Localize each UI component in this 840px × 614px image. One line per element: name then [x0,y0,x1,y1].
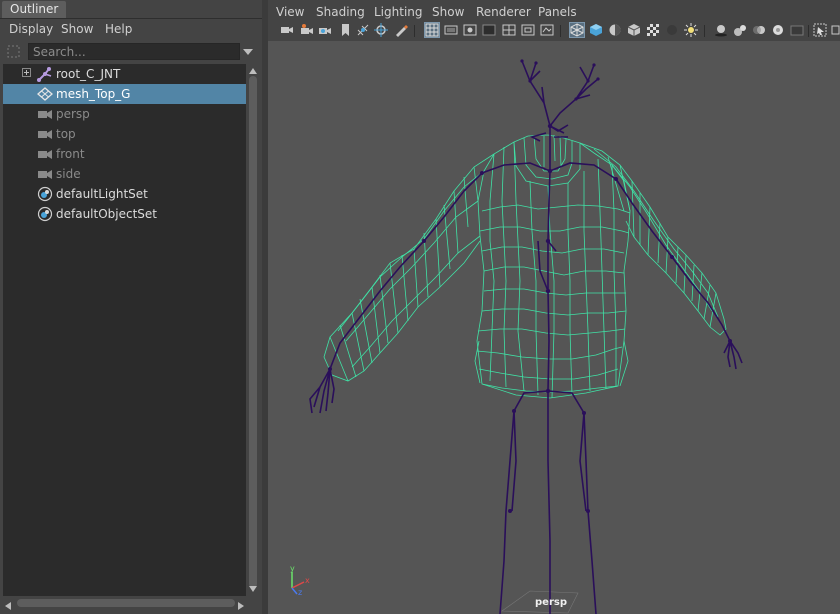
textured-icon[interactable] [627,23,641,37]
resolution-gate-icon[interactable] [463,23,477,37]
toolbar-overflow-icon[interactable] [831,23,840,37]
menu-panels[interactable]: Panels [538,2,577,22]
grid-snap-icon[interactable] [356,23,370,37]
bookmark-icon[interactable] [338,23,352,37]
jacket-mesh [323,134,727,399]
search-row [0,42,262,64]
expand-toggle[interactable] [22,68,31,77]
joint-nodes [328,59,732,513]
scrollbar-thumb[interactable] [249,76,257,588]
outliner-panel: Outliner Display Show Help root_C_JNT [0,0,262,614]
bookmark-camera-icon[interactable] [318,23,332,37]
scroll-down-icon[interactable] [249,582,257,592]
tree-item-default-light-set[interactable]: defaultLightSet [3,184,246,204]
camera-icon [36,106,54,122]
safe-action-icon[interactable] [521,23,535,37]
outliner-tab[interactable]: Outliner [2,1,67,18]
joint-icon [36,66,54,82]
svg-text:y: y [290,564,295,573]
ambient-occlusion-icon[interactable] [733,23,747,37]
tree-item-label: side [56,167,81,181]
depth-of-field-icon[interactable] [790,23,804,37]
select-camera-icon[interactable] [280,23,294,37]
scrollbar-thumb[interactable] [17,599,235,607]
scene-wireframe [309,59,743,614]
filter-icon[interactable] [7,45,20,58]
film-gate-icon[interactable] [444,23,458,37]
grease-pencil-icon[interactable] [394,23,408,37]
tree-item-label: front [56,147,85,161]
xray-icon[interactable] [665,23,679,37]
tree-item-label: persp [56,107,90,121]
axis-gizmo-icon: y x z [286,564,316,596]
field-chart-icon[interactable] [502,23,516,37]
menu-show[interactable]: Show [432,2,464,22]
viewport-panel: View Shading Lighting Show Renderer Pane… [268,0,840,614]
set-icon [36,206,54,222]
outliner-horizontal-scrollbar[interactable] [3,597,247,610]
search-options-dropdown-icon[interactable] [241,46,255,58]
tree-item-default-object-set[interactable]: defaultObjectSet [3,204,246,224]
wireframe-icon[interactable] [569,22,585,38]
search-input[interactable] [28,43,240,60]
menu-help[interactable]: Help [105,19,132,39]
scroll-right-icon[interactable] [237,599,245,610]
viewport-menu-bar: View Shading Lighting Show Renderer Pane… [268,2,840,22]
camera-icon [36,146,54,162]
isolate-select-icon[interactable] [813,23,827,37]
svg-text:z: z [298,588,302,596]
tree-item-label: defaultObjectSet [56,207,158,221]
wireframe-on-shaded-icon[interactable] [608,23,622,37]
menu-view[interactable]: View [276,2,304,22]
tree-item-top[interactable]: top [3,124,246,144]
gate-mask-icon[interactable] [482,23,496,37]
3d-viewport[interactable]: y x z persp [268,41,840,614]
tree-item-label: defaultLightSet [56,187,148,201]
tree-item-label: mesh_Top_G [56,87,131,101]
group-icon [36,86,54,102]
skeleton-joints [309,60,743,614]
grid-icon[interactable] [424,22,440,38]
checker-icon[interactable] [646,23,660,37]
tree-item-side[interactable]: side [3,164,246,184]
tree-item-label: root_C_JNT [56,67,121,81]
camera-attributes-icon[interactable] [300,23,314,37]
pan-zoom-icon[interactable] [374,23,388,37]
outliner-vertical-scrollbar[interactable] [247,64,259,596]
use-all-lights-icon[interactable] [684,23,698,37]
menu-show[interactable]: Show [61,19,93,39]
tree-item-root-c-jnt[interactable]: root_C_JNT [3,64,246,84]
outliner-tree: root_C_JNT mesh_Top_G persp top front si… [3,64,246,596]
motion-blur-icon[interactable] [752,23,766,37]
shadows-icon[interactable] [714,23,728,37]
anti-aliasing-icon[interactable] [771,23,785,37]
menu-renderer[interactable]: Renderer [476,2,531,22]
tree-item-persp[interactable]: persp [3,104,246,124]
svg-text:x: x [305,576,310,585]
scroll-left-icon[interactable] [4,599,12,610]
outliner-menu-bar: Display Show Help [0,19,262,40]
safe-title-icon[interactable] [540,23,554,37]
scroll-up-icon[interactable] [249,64,257,74]
camera-icon [36,126,54,142]
menu-shading[interactable]: Shading [316,2,365,22]
tree-item-mesh-top-g[interactable]: mesh_Top_G [3,84,246,104]
menu-display[interactable]: Display [9,19,53,39]
smooth-shade-icon[interactable] [589,23,603,37]
tree-item-label: top [56,127,76,141]
camera-label: persp [535,597,567,608]
camera-icon [36,166,54,182]
menu-lighting[interactable]: Lighting [374,2,423,22]
tree-item-front[interactable]: front [3,144,246,164]
set-icon [36,186,54,202]
viewport-toolbar [268,21,840,41]
